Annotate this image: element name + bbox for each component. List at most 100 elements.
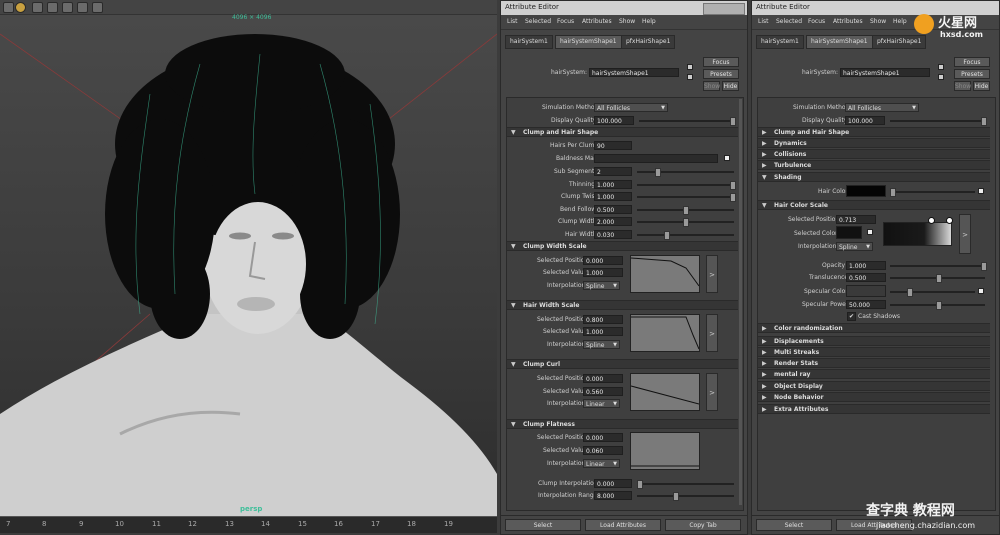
checker-icon[interactable]	[978, 188, 984, 194]
thinning-field[interactable]: 1.000	[594, 180, 632, 189]
menu-focus[interactable]: Focus	[557, 18, 574, 25]
show-button[interactable]: Show	[703, 81, 720, 91]
menu-show[interactable]: Show	[870, 18, 886, 25]
cf-position-field[interactable]: 0.000	[583, 433, 623, 442]
section-clump-flatness[interactable]: ▼ Clump Flatness	[507, 419, 738, 429]
section-turbulence[interactable]: ▶ Turbulence	[758, 160, 990, 170]
scrollbar[interactable]	[739, 99, 742, 505]
copy-tab-button[interactable]: Copy Tab	[665, 519, 741, 531]
baldness-map-field[interactable]	[594, 154, 718, 163]
clump-width-slider[interactable]	[637, 218, 734, 227]
menu-list[interactable]: List	[507, 18, 518, 25]
presets-button[interactable]: Presets	[703, 69, 739, 79]
hide-button[interactable]: Hide	[973, 81, 990, 91]
focus-button[interactable]: Focus	[954, 57, 990, 67]
title-bar[interactable]: Attribute Editor	[501, 1, 747, 15]
time-ruler[interactable]: 7 8 9 10 11 12 13 14 15 16 17 18 19	[0, 516, 497, 533]
camera-icon[interactable]	[32, 2, 43, 13]
hair-width-field[interactable]: 0.030	[594, 230, 632, 239]
ramp-handle[interactable]	[928, 217, 935, 224]
checker-icon[interactable]	[867, 229, 873, 235]
ramp-handle[interactable]	[946, 217, 953, 224]
menu-attributes[interactable]: Attributes	[833, 18, 863, 25]
checker-icon[interactable]	[978, 288, 984, 294]
section-displacements[interactable]: ▶ Displacements	[758, 336, 990, 346]
slider-thumb[interactable]	[981, 117, 987, 126]
expand-graph-button[interactable]: >	[706, 373, 718, 411]
expand-graph-button[interactable]: >	[959, 214, 971, 254]
slider-thumb[interactable]	[655, 168, 661, 177]
hair-color-slider[interactable]	[890, 188, 975, 197]
light-icon[interactable]	[3, 2, 14, 13]
section-clump-width-scale[interactable]: ▼ Clump Width Scale	[507, 241, 738, 251]
sub-segments-field[interactable]: 2	[594, 167, 632, 176]
display-quality-field[interactable]: 100.000	[845, 116, 885, 125]
hws-interp-dropdown[interactable]: Spline ▼	[583, 340, 620, 349]
shading-icon[interactable]	[62, 2, 73, 13]
hair-color-ramp[interactable]	[883, 222, 952, 246]
hcs-interp-dropdown[interactable]: Spline ▼	[836, 242, 873, 251]
section-clump-curl[interactable]: ▼ Clump Curl	[507, 359, 738, 369]
tab-hair-system-shape[interactable]: hairSystemShape1	[555, 35, 622, 49]
opacity-slider[interactable]	[890, 262, 987, 271]
translucence-field[interactable]: 0.500	[846, 273, 886, 282]
show-button[interactable]: Show	[954, 81, 971, 91]
clump-interpolation-slider[interactable]	[637, 480, 734, 489]
slider-thumb[interactable]	[730, 117, 736, 126]
expand-graph-button[interactable]: >	[706, 255, 718, 293]
load-attributes-button[interactable]: Load Attributes	[585, 519, 661, 531]
select-button[interactable]: Select	[505, 519, 581, 531]
hws-position-field[interactable]: 0.800	[583, 315, 623, 324]
cc-position-field[interactable]: 0.000	[583, 374, 623, 383]
section-hair-color-scale[interactable]: ▼ Hair Color Scale	[758, 200, 990, 210]
clump-width-scale-graph[interactable]	[630, 255, 700, 293]
clump-interpolation-field[interactable]: 0.000	[594, 479, 632, 488]
3d-viewport[interactable]: 4096 × 4096 persp 7 8 9 10 11 12 13 14 1…	[0, 0, 497, 533]
node-name-field[interactable]: hairSystemShape1	[840, 68, 930, 77]
cws-position-field[interactable]: 0.000	[583, 256, 623, 265]
cws-value-field[interactable]: 1.000	[583, 268, 623, 277]
section-shading[interactable]: ▼ Shading	[758, 172, 990, 182]
cc-interp-dropdown[interactable]: Linear ▼	[583, 399, 620, 408]
opacity-field[interactable]: 1.000	[846, 261, 886, 270]
grid-icon[interactable]	[47, 2, 58, 13]
menu-focus[interactable]: Focus	[808, 18, 825, 25]
translucence-slider[interactable]	[890, 274, 985, 283]
cc-value-field[interactable]: 0.560	[583, 387, 623, 396]
clump-curl-graph[interactable]	[630, 373, 700, 411]
cf-interp-dropdown[interactable]: Linear ▼	[583, 459, 620, 468]
sun-icon[interactable]	[15, 2, 26, 13]
xray-icon[interactable]	[77, 2, 88, 13]
section-clump-hair-shape[interactable]: ▼ Clump and Hair Shape	[507, 127, 738, 137]
tab-pfx-hair-shape[interactable]: pfxHairShape1	[621, 35, 676, 49]
section-clump-hair-shape[interactable]: ▶ Clump and Hair Shape	[758, 127, 990, 137]
cws-interp-dropdown[interactable]: Spline ▼	[583, 281, 620, 290]
section-hair-width-scale[interactable]: ▼ Hair Width Scale	[507, 300, 738, 310]
menu-help[interactable]: Help	[893, 18, 907, 25]
slider-thumb[interactable]	[981, 262, 987, 271]
tab-hair-system[interactable]: hairSystem1	[756, 35, 804, 49]
expand-graph-button[interactable]: >	[706, 314, 718, 352]
hcs-position-field[interactable]: 0.713	[836, 215, 876, 224]
slider-thumb[interactable]	[664, 231, 670, 240]
tab-hair-system[interactable]: hairSystem1	[505, 35, 553, 49]
menu-help[interactable]: Help	[642, 18, 656, 25]
slider-thumb[interactable]	[890, 188, 896, 197]
slider-thumb[interactable]	[683, 206, 689, 215]
menu-selected[interactable]: Selected	[776, 18, 802, 25]
simulation-method-dropdown[interactable]: All Follicles ▼	[845, 103, 919, 112]
clump-twist-slider[interactable]	[637, 193, 736, 202]
bend-follow-slider[interactable]	[637, 206, 734, 215]
specular-power-slider[interactable]	[890, 301, 985, 310]
slider-thumb[interactable]	[730, 193, 736, 202]
thinning-slider[interactable]	[637, 181, 736, 190]
checker-icon[interactable]	[724, 155, 730, 161]
section-render-stats[interactable]: ▶ Render Stats	[758, 358, 990, 368]
display-quality-slider[interactable]	[639, 117, 736, 126]
section-extra-attributes[interactable]: ▶ Extra Attributes	[758, 404, 990, 414]
select-button[interactable]: Select	[756, 519, 832, 531]
cf-value-field[interactable]: 0.060	[583, 446, 623, 455]
menu-show[interactable]: Show	[619, 18, 635, 25]
clump-width-field[interactable]: 2.000	[594, 217, 632, 226]
menu-attributes[interactable]: Attributes	[582, 18, 612, 25]
